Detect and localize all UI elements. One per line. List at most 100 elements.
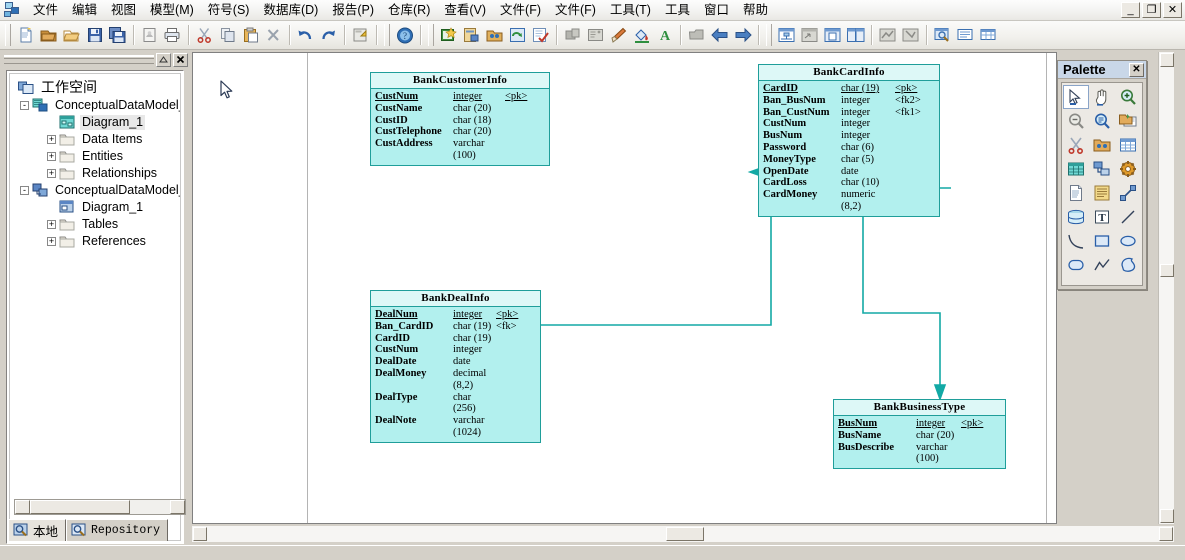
vscroll-thumb[interactable] [1160, 264, 1174, 277]
table-tool[interactable] [1115, 133, 1141, 157]
minimize-button[interactable]: _ [1121, 2, 1140, 18]
find-icon[interactable] [483, 24, 506, 46]
tree-expander[interactable]: + [47, 152, 56, 161]
menu-report[interactable]: 报告(P) [325, 1, 381, 20]
entity-bankcardinfo[interactable]: BankCardInfo CardID char (19) <pk> Ban_BusNu… [758, 64, 940, 217]
help-icon[interactable]: ? [393, 24, 416, 46]
menu-view[interactable]: 视图 [104, 1, 143, 20]
browser-hscrollbar[interactable] [14, 499, 186, 515]
tree-node-references[interactable]: + References [14, 233, 180, 250]
print-icon[interactable] [161, 24, 184, 46]
rounded-rect-tool[interactable] [1063, 253, 1089, 277]
tab-repository[interactable]: Repository [66, 519, 169, 541]
menu-model[interactable]: 模型(M) [143, 1, 201, 20]
tab-local[interactable]: 本地 [8, 519, 67, 541]
link-tool[interactable] [1115, 181, 1141, 205]
print-preview-icon[interactable] [138, 24, 161, 46]
hand-tool[interactable] [1089, 85, 1115, 109]
open-folder-icon[interactable] [60, 24, 83, 46]
package-tool[interactable] [1089, 133, 1115, 157]
palette-close-button[interactable]: ✕ [1129, 62, 1144, 77]
arc-tool[interactable] [1063, 229, 1089, 253]
paste-icon[interactable] [239, 24, 262, 46]
line-tool[interactable] [1115, 205, 1141, 229]
new-icon[interactable] [14, 24, 37, 46]
tree-expander[interactable]: + [47, 220, 56, 229]
canvas-hscrollbar[interactable] [192, 526, 1174, 542]
tree-expander[interactable]: - [20, 186, 29, 195]
tree-node-workspace[interactable]: 工作空间 [14, 78, 180, 97]
hscroll-left-button[interactable] [193, 527, 207, 541]
format-icon[interactable] [584, 24, 607, 46]
properties-icon[interactable] [349, 24, 372, 46]
object-browser-tree[interactable]: 工作空间 - ConceptualDataModel_ Diagram_1 + Data … [6, 70, 184, 544]
menu-lookup[interactable]: 查看(V) [437, 1, 493, 20]
tree-expander[interactable]: + [47, 169, 56, 178]
save-all-icon[interactable] [106, 24, 129, 46]
tree-node-diagram-1[interactable]: Diagram_1 [14, 114, 180, 131]
chart1-icon[interactable] [876, 24, 899, 46]
diagram-icon[interactable] [775, 24, 798, 46]
undo-icon[interactable] [294, 24, 317, 46]
preview-icon[interactable] [931, 24, 954, 46]
database-tool[interactable] [1063, 205, 1089, 229]
pointer-tool[interactable] [1063, 85, 1089, 109]
fill-none-icon[interactable] [561, 24, 584, 46]
tree-node-diagram-2[interactable]: Diagram_1 [14, 199, 180, 216]
zoom-out-diagram-icon[interactable] [798, 24, 821, 46]
forward-icon[interactable] [731, 24, 754, 46]
browser-hscroll-left-button[interactable] [15, 500, 30, 514]
panel-grip[interactable] [4, 55, 154, 64]
vscroll-up-button[interactable] [1160, 53, 1174, 67]
text-tool[interactable]: T [1089, 205, 1115, 229]
menu-repository[interactable]: 仓库(R) [381, 1, 437, 20]
hscroll-right-button[interactable] [1159, 527, 1173, 541]
browser-hscroll-right-button[interactable] [170, 500, 185, 514]
scissors-tool[interactable] [1063, 133, 1089, 157]
redo-icon[interactable] [317, 24, 340, 46]
back-icon[interactable] [708, 24, 731, 46]
menu-window[interactable]: 窗口 [697, 1, 736, 20]
zoom-out-tool[interactable] [1063, 109, 1089, 133]
entity-bankdealinfo[interactable]: BankDealInfo DealNum integer <pk> Ban_CardID… [370, 290, 541, 443]
grid-icon[interactable] [977, 24, 1000, 46]
vscroll-down-button[interactable] [1160, 509, 1174, 523]
zoom-fit-tool[interactable] [1089, 109, 1115, 133]
window-icon[interactable] [821, 24, 844, 46]
toolbar-grip[interactable] [428, 24, 434, 46]
open-package-tool[interactable] [1115, 109, 1141, 133]
hscroll-thumb[interactable] [666, 527, 704, 541]
brush-icon[interactable] [607, 24, 630, 46]
collapse-panel-button[interactable] [156, 52, 171, 67]
delete-icon[interactable] [262, 24, 285, 46]
tile-icon[interactable] [844, 24, 867, 46]
view-tool[interactable] [1063, 157, 1089, 181]
menu-file2[interactable]: 文件(F) [493, 1, 548, 20]
validate-icon[interactable] [529, 24, 552, 46]
chart2-icon[interactable] [899, 24, 922, 46]
file-tool[interactable] [1063, 181, 1089, 205]
close-panel-button[interactable] [173, 52, 188, 67]
menu-tools[interactable]: 工具(T) [603, 1, 658, 20]
toolbar-grip[interactable] [384, 24, 390, 46]
diagram-canvas[interactable]: BankCustomerInfo CustNum integer <pk> CustNa… [192, 52, 1057, 524]
tree-node-cdm-2[interactable]: - ConceptualDataModel_ [14, 182, 180, 199]
zoom-in-tool[interactable] [1115, 85, 1141, 109]
menu-edit[interactable]: 编辑 [65, 1, 104, 20]
check-model-icon[interactable] [460, 24, 483, 46]
fill-color-icon[interactable] [630, 24, 653, 46]
copy-icon[interactable] [216, 24, 239, 46]
generate-icon[interactable] [506, 24, 529, 46]
entity-bankcustomerinfo[interactable]: BankCustomerInfo CustNum integer <pk> CustNa… [370, 72, 550, 166]
ellipse-tool[interactable] [1115, 229, 1141, 253]
menu-help[interactable]: 帮助 [736, 1, 775, 20]
open-workspace-icon[interactable] [37, 24, 60, 46]
restore-button[interactable]: ❐ [1142, 2, 1161, 18]
reference-tool[interactable] [1089, 157, 1115, 181]
menu-file[interactable]: 文件 [26, 1, 65, 20]
font-color-icon[interactable]: A [653, 24, 676, 46]
note-tool[interactable] [1089, 181, 1115, 205]
comment-icon[interactable] [954, 24, 977, 46]
close-button[interactable]: ✕ [1163, 2, 1182, 18]
tree-node-tables[interactable]: + Tables [14, 216, 180, 233]
